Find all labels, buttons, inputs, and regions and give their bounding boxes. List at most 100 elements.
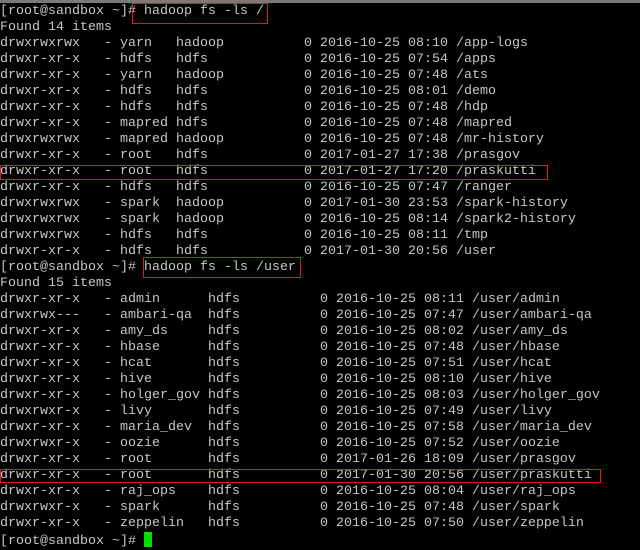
modified-date: 2016-10-25 [335,292,416,307]
modified-date: 2016-10-25 [335,516,416,531]
replication: - [103,228,112,243]
file-size: 0 [319,308,328,323]
replication: - [103,116,112,131]
listing-row: drwxr-xr-x - maria_dev hdfs 0 2016-10-25… [0,420,640,436]
modified-date: 2016-10-25 [319,36,400,51]
group: hadoop [175,68,224,83]
group: hdfs [207,340,240,355]
file-path: /tmp [455,228,488,243]
permissions: drwxrwxr-x [0,404,80,419]
file-path: /user/maria_dev [471,420,592,435]
modified-time: 07:48 [407,68,448,83]
owner: hdfs [119,52,152,67]
group: hdfs [175,228,208,243]
owner: zeppelin [119,516,184,531]
replication: - [103,324,112,339]
found-count: Found 14 items [0,20,112,35]
modified-time: 07:48 [407,100,448,115]
file-size: 0 [319,324,328,339]
group: hdfs [207,484,240,499]
modified-time: 08:03 [423,388,464,403]
owner: hdfs [119,100,152,115]
file-size: 0 [303,36,312,51]
replication: - [103,196,112,211]
file-path: /user/admin [471,292,560,307]
listing-row: drwxr-xr-x - mapred hdfs 0 2016-10-25 07… [0,116,640,132]
listing-row: drwxr-xr-x - root hdfs 0 2017-01-26 18:0… [0,452,640,468]
permissions: drwxrwxr-x [0,436,80,451]
file-size: 0 [303,228,312,243]
file-path: /user/raj_ops [471,484,576,499]
listing-row: drwxr-xr-x - root hdfs 0 2017-01-27 17:3… [0,148,640,164]
permissions: drwxr-xr-x [0,84,80,99]
listing-row: drwxrwxrwx - spark hadoop 0 2017-01-30 2… [0,196,640,212]
modified-time: 07:58 [423,420,464,435]
group: hdfs [207,516,240,531]
listing-row: drwxr-xr-x - hbase hdfs 0 2016-10-25 07:… [0,340,640,356]
modified-time: 08:04 [423,484,464,499]
file-size: 0 [319,420,328,435]
window-top-border [0,0,640,3]
modified-time: 08:01 [407,84,448,99]
prompt-line: [root@sandbox ~]# hadoop fs -ls /user [0,260,640,276]
group: hadoop [175,36,224,51]
modified-date: 2016-10-25 [335,420,416,435]
modified-date: 2016-10-25 [319,84,400,99]
group: hdfs [207,452,240,467]
modified-date: 2017-01-27 [319,148,400,163]
terminal-output[interactable]: [root@sandbox ~]# hadoop fs -ls / Found 1… [0,4,640,549]
file-path: /user/livy [471,404,552,419]
modified-date: 2016-10-25 [335,340,416,355]
file-size: 0 [319,404,328,419]
modified-date: 2016-10-25 [319,68,400,83]
shell-prompt: [root@sandbox ~]# [0,534,144,549]
modified-date: 2017-01-30 [319,244,400,259]
replication: - [103,36,112,51]
owner: mapred [119,116,168,131]
owner: oozie [119,436,160,451]
permissions: drwxr-xr-x [0,324,80,339]
command-highlight-box-1 [132,3,268,24]
listing-row: drwxrwxrwx - spark hadoop 0 2016-10-25 0… [0,212,640,228]
file-path: /ranger [455,180,512,195]
file-path: /user/zeppelin [471,516,584,531]
file-size: 0 [303,52,312,67]
file-path: /hdp [455,100,488,115]
permissions: drwxrwxrwx [0,212,80,227]
replication: - [103,68,112,83]
modified-date: 2016-10-25 [319,228,400,243]
listing-row: drwxr-xr-x - admin hdfs 0 2016-10-25 08:… [0,292,640,308]
modified-time: 17:38 [407,148,448,163]
listing-row: drwxr-xr-x - hcat hdfs 0 2016-10-25 07:5… [0,356,640,372]
modified-time: 08:10 [423,372,464,387]
group: hdfs [175,116,208,131]
file-path: /mr-history [455,132,544,147]
file-path: /prasgov [455,148,520,163]
file-size: 0 [303,116,312,131]
permissions: drwxrwxrwx [0,132,80,147]
modified-time: 07:47 [423,308,464,323]
modified-date: 2016-10-25 [335,388,416,403]
shell-prompt: [root@sandbox ~]# [0,260,144,275]
listing-row: drwxr-xr-x - amy_ds hdfs 0 2016-10-25 08… [0,324,640,340]
owner: admin [119,292,160,307]
permissions: drwxrwxrwx [0,228,80,243]
group: hdfs [207,324,240,339]
owner: yarn [119,36,152,51]
file-path: /user/prasgov [471,452,576,467]
file-size: 0 [319,340,328,355]
modified-time: 23:53 [407,196,448,211]
prompt-line: [root@sandbox ~]# hadoop fs -ls / [0,4,640,20]
file-size: 0 [303,148,312,163]
permissions: drwxrwx--- [0,308,80,323]
file-size: 0 [303,68,312,83]
modified-date: 2016-10-25 [319,132,400,147]
listing-row: drwxrwxrwx - hdfs hdfs 0 2016-10-25 08:1… [0,228,640,244]
owner: root [119,148,152,163]
replication: - [103,244,112,259]
modified-date: 2016-10-25 [319,180,400,195]
file-path: /ats [455,68,488,83]
replication: - [103,308,112,323]
modified-date: 2016-10-25 [319,212,400,227]
file-path: /user/hbase [471,340,560,355]
